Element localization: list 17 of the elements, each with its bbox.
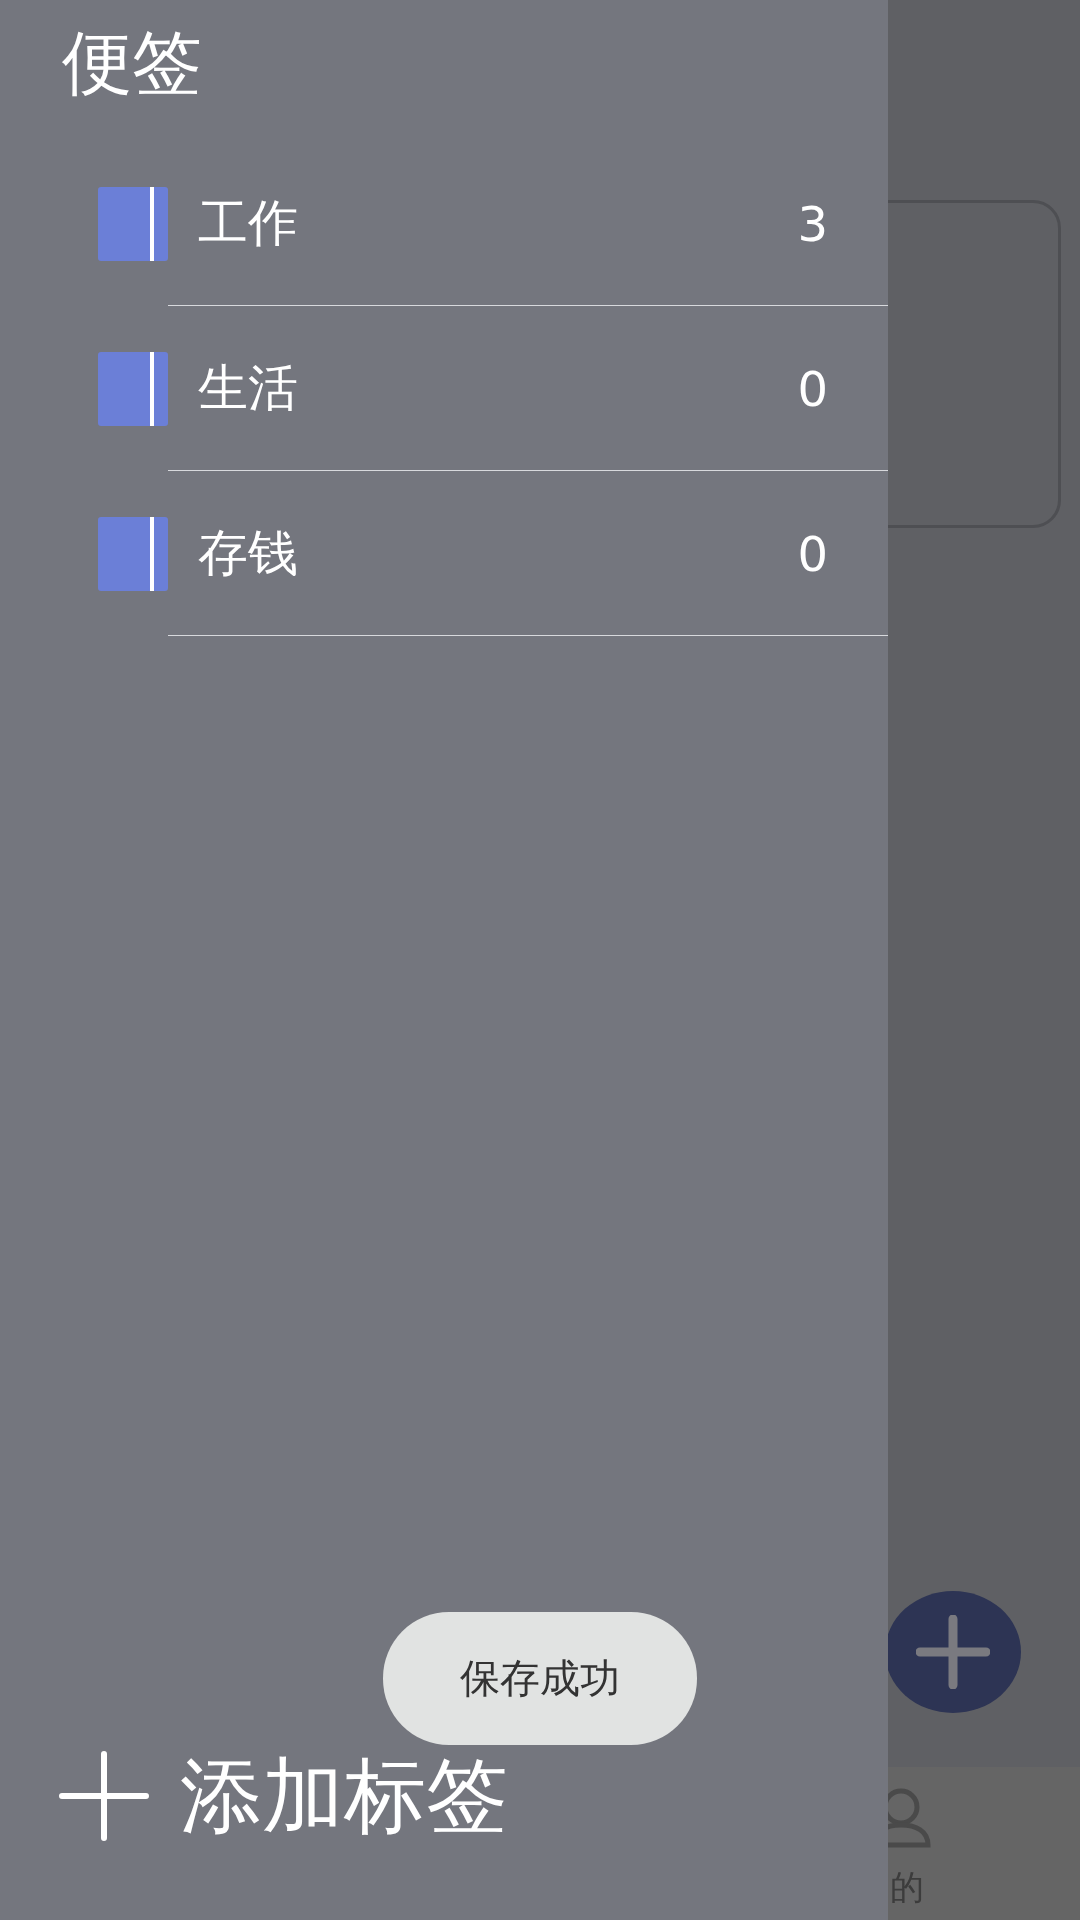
tag-count: 0 xyxy=(797,525,828,582)
plus-icon xyxy=(916,1615,990,1689)
toast-message: 保存成功 xyxy=(383,1612,697,1745)
tag-icon xyxy=(98,186,168,261)
drawer-title: 便签 xyxy=(61,21,203,106)
tag-icon xyxy=(98,351,168,426)
tag-name: 生活 xyxy=(198,358,299,419)
tag-icon xyxy=(98,516,168,591)
tag-name: 存钱 xyxy=(198,523,299,584)
tag-item[interactable]: 工作 3 xyxy=(0,141,888,306)
tag-item[interactable]: 存钱 0 xyxy=(0,471,888,636)
tag-count: 0 xyxy=(797,360,828,417)
add-tag-button[interactable]: 添加标签 xyxy=(0,1750,888,1842)
tag-count: 3 xyxy=(797,195,828,252)
tag-name: 工作 xyxy=(198,193,299,254)
plus-icon xyxy=(58,1750,150,1842)
tag-item[interactable]: 生活 0 xyxy=(0,306,888,471)
